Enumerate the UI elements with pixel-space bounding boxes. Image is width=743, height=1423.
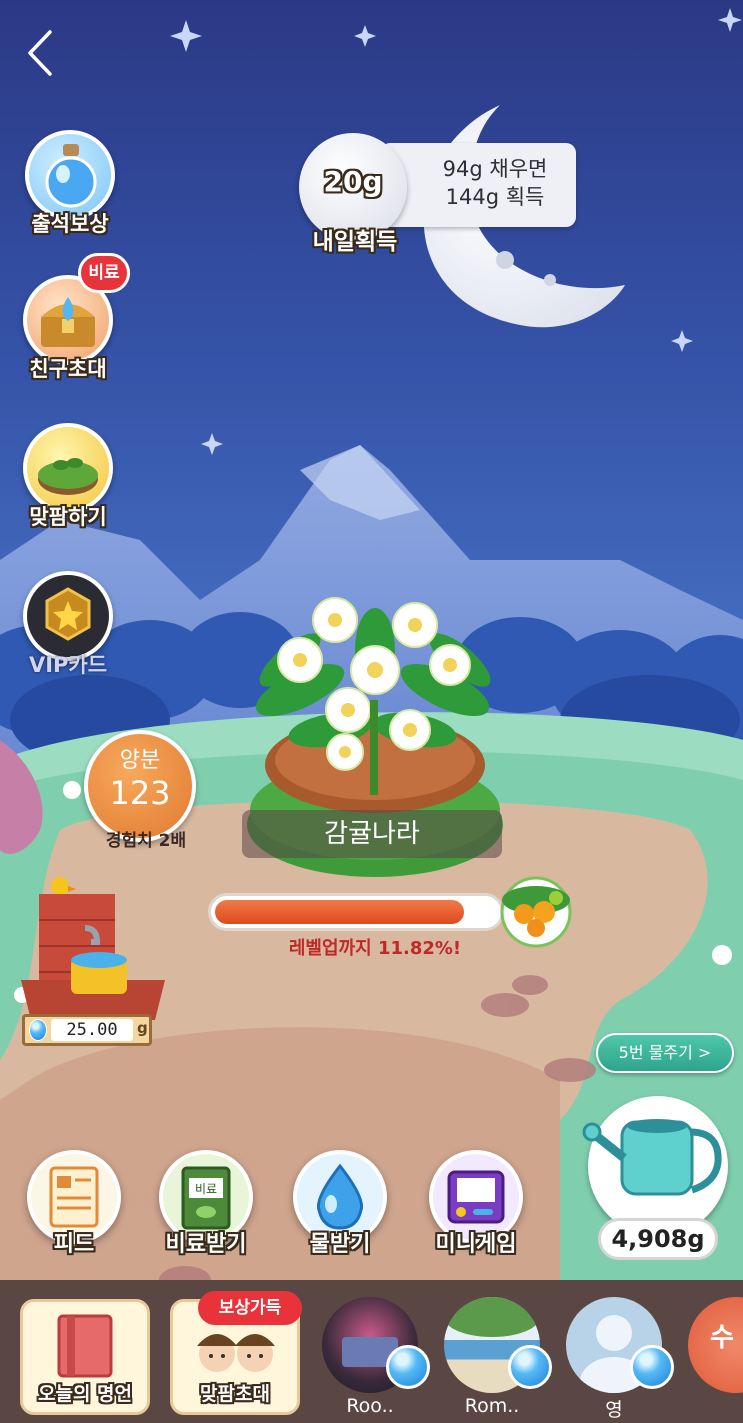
friend-avatar: 수 [688,1297,743,1393]
friend-young-label: 영 [605,1399,623,1421]
level-up-progress-text: 레벨업까지 11.82%! [288,938,462,959]
get-fertilizer-button[interactable]: 비료 비료받기 [146,1150,266,1258]
friend-young[interactable]: 영 [564,1295,676,1421]
fertilizer-bag-text: 비료 [195,1182,217,1196]
water-drop-icon [630,1345,674,1389]
friend-roo-label: Roo.. [346,1395,394,1417]
nutrient-sub-label: 경험치 2배 [105,831,187,851]
friend-su-avatar-text: 수 [710,1323,734,1353]
invite-friend-label: 친구초대 [29,357,107,381]
watering-amount: 4,908g [598,1218,718,1260]
chevron-left-icon [28,30,52,76]
water-five-times-button[interactable]: 5번 물주기 > [596,1033,734,1073]
plant-name-label: 감귤나라 [242,810,502,858]
nutrient-title: 양분 [119,748,161,773]
nav-mutual-invite-label: 맞팜초대 [200,1383,270,1405]
watering-can-icon [582,1119,722,1196]
get-water-button[interactable]: 물받기 [280,1150,400,1258]
friend-roo[interactable]: Roo.. [320,1295,432,1417]
vip-card-label: VIP카드 [28,653,108,677]
friend-rom-label: Rom.. [464,1395,520,1417]
water-tank-meter: 25.00 g [22,1014,152,1046]
tomorrow-label: 내일획득 [312,229,398,255]
mutual-farm-label: 맞팜하기 [29,505,107,529]
friend-rom[interactable]: Rom.. [442,1295,554,1417]
star-badge-icon [23,571,113,661]
game-screen: 94g 채우면 144g 획득 20g 내일획득 출석보상 비료 친구초대 맞팜… [0,0,743,1423]
mini-game-button[interactable]: 미니게임 [416,1150,536,1258]
invite-friend-button[interactable]: 비료 친구초대 [18,253,130,383]
bonus-line-2: 144g 획득 [445,185,545,209]
water-drop-icon [508,1345,552,1389]
level-progress-bar [208,893,504,931]
attendance-reward-button[interactable]: 출석보상 [20,130,120,238]
nutrient-value: 123 [109,774,171,812]
feed-button[interactable]: 피드 [14,1150,134,1258]
friend-su[interactable]: 수 [686,1295,743,1415]
water-tank-unit: g [137,1019,148,1037]
reward-full-badge: 보상가득 [198,1291,302,1325]
potion-bottle-icon [25,130,115,220]
vip-card-button[interactable]: VIP카드 [18,571,118,679]
water-tank-amount: 25.00 [51,1019,133,1041]
nav-daily-quote[interactable]: 오늘의 명언 [20,1295,150,1415]
watering-can-button[interactable] [582,1096,728,1236]
fertilizer-badge: 비료 [78,253,130,293]
attendance-reward-label: 출석보상 [31,212,109,236]
water-drop-icon [386,1345,430,1389]
bonus-info-box: 94g 채우면 144g 획득 [380,143,576,227]
nav-mutual-invite[interactable]: 보상가득 맞팜초대 [170,1291,302,1415]
back-button[interactable] [22,26,62,80]
level-progress-fill [215,900,464,924]
water-drop-icon [29,1019,47,1041]
bonus-line-1: 94g 채우면 [442,157,548,181]
mutual-farm-button[interactable]: 맞팜하기 [18,423,118,531]
farm-plot-icon [23,423,113,513]
nav-daily-quote-label: 오늘의 명언 [37,1383,132,1405]
tomorrow-amount: 20g [323,165,383,198]
